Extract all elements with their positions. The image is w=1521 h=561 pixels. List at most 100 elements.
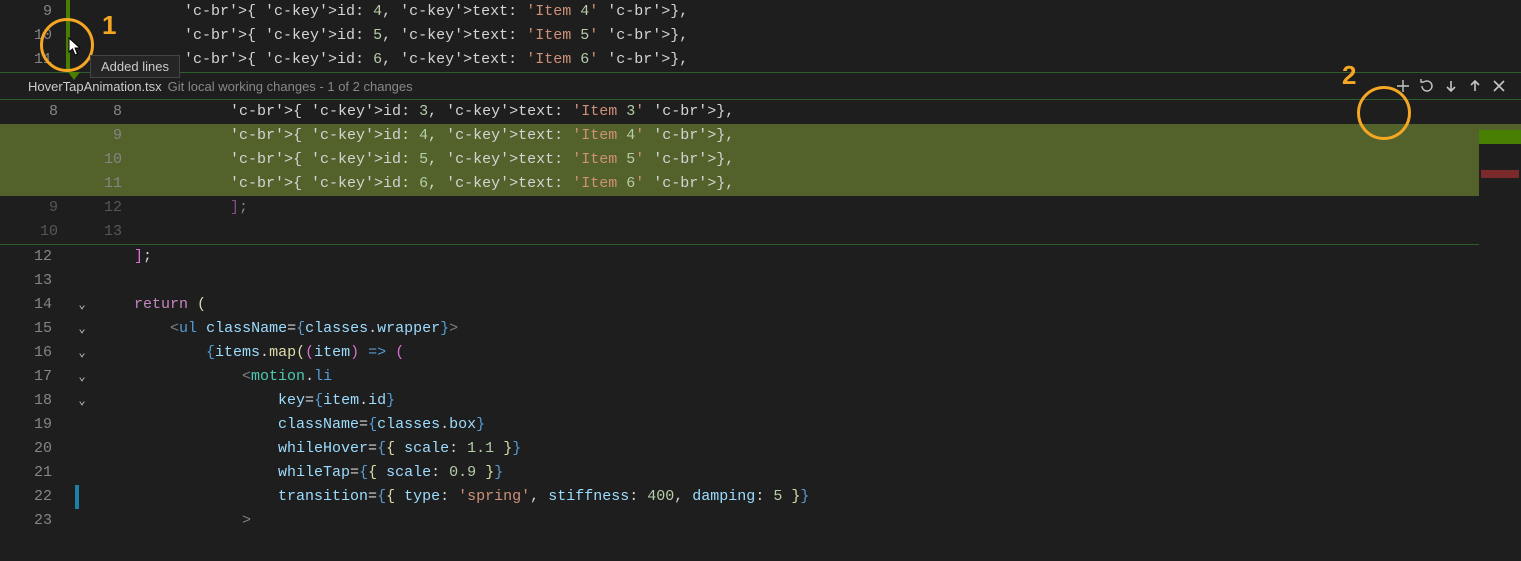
diff-filename: HoverTapAnimation.tsx — [28, 79, 162, 94]
code-content: 'c-br'>{ 'c-key'>id: 6, 'c-key'>text: 'I… — [150, 172, 1521, 196]
code-content: 'c-br'>{ 'c-key'>id: 5, 'c-key'>text: 'I… — [150, 148, 1521, 172]
code-content — [150, 220, 1521, 244]
minimap-deleted-marker — [1481, 170, 1519, 178]
line-number-new: 13 — [72, 220, 136, 244]
code-line[interactable]: 12]; — [0, 245, 1521, 269]
modified-gutter-marker[interactable] — [75, 485, 79, 509]
line-number: 14 — [0, 293, 70, 317]
gutter-tooltip: Added lines — [90, 55, 180, 78]
code-line[interactable]: 14⌄return ( — [0, 293, 1521, 317]
added-gutter-marker[interactable] — [66, 0, 70, 24]
minimap[interactable] — [1479, 130, 1521, 550]
code-line[interactable]: 22 transition={{ type: 'spring', stiffne… — [0, 485, 1521, 509]
fold-toggle — [70, 413, 94, 437]
line-number-old — [0, 124, 72, 148]
code-content: 'c-br'>{ 'c-key'>id: 3, 'c-key'>text: 'I… — [150, 100, 1521, 124]
line-number: 9 — [0, 0, 70, 24]
diff-added-line[interactable]: 11 'c-br'>{ 'c-key'>id: 6, 'c-key'>text: … — [0, 172, 1521, 196]
revert-change-button[interactable] — [1415, 74, 1439, 98]
line-number: 22 — [0, 485, 70, 509]
diff-context-line[interactable]: 1013 — [0, 220, 1521, 244]
line-number: 19 — [0, 413, 70, 437]
code-line[interactable]: 20 whileHover={{ scale: 1.1 }} — [0, 437, 1521, 461]
line-number-old: 9 — [0, 196, 72, 220]
line-number-old: 8 — [0, 100, 72, 124]
diff-meta: Git local working changes - 1 of 2 chang… — [168, 79, 413, 94]
code-line[interactable]: 19 className={classes.box} — [0, 413, 1521, 437]
diff-peek-header: HoverTapAnimation.tsx Git local working … — [0, 72, 1521, 100]
code-content: whileHover={{ scale: 1.1 }} — [94, 437, 1521, 461]
line-number: 17 — [0, 365, 70, 389]
fold-gutter[interactable] — [70, 0, 94, 24]
gutter-tooltip-text: Added lines — [101, 59, 169, 74]
diff-peek-body[interactable]: 88 'c-br'>{ 'c-key'>id: 3, 'c-key'>text: … — [0, 100, 1521, 244]
main-editor-bottom[interactable]: 12];1314⌄return (15⌄ <ul className={clas… — [0, 245, 1521, 533]
fold-toggle[interactable]: ⌄ — [70, 293, 94, 317]
fold-toggle — [70, 461, 94, 485]
code-line[interactable]: 17⌄ <motion.li — [0, 365, 1521, 389]
line-number-old — [0, 172, 72, 196]
added-gutter-marker[interactable] — [66, 48, 70, 72]
code-line[interactable]: 9 'c-br'>{ 'c-key'>id: 4, 'c-key'>text: '… — [0, 0, 1521, 24]
code-line[interactable]: 15⌄ <ul className={classes.wrapper}> — [0, 317, 1521, 341]
fold-toggle — [70, 509, 94, 533]
code-line[interactable]: 16⌄ {items.map((item) => ( — [0, 341, 1521, 365]
line-number-new: 10 — [72, 148, 136, 172]
fold-toggle[interactable]: ⌄ — [70, 365, 94, 389]
code-content: 'c-br'>{ 'c-key'>id: 6, 'c-key'>text: 'I… — [94, 48, 1521, 72]
code-content: ]; — [150, 196, 1521, 220]
line-number-new: 9 — [72, 124, 136, 148]
fold-toggle — [70, 485, 94, 509]
next-change-button[interactable] — [1439, 74, 1463, 98]
line-number: 23 — [0, 509, 70, 533]
diff-context-line[interactable]: 88 'c-br'>{ 'c-key'>id: 3, 'c-key'>text: … — [0, 100, 1521, 124]
code-line[interactable]: 11 'c-br'>{ 'c-key'>id: 6, 'c-key'>text: … — [0, 48, 1521, 72]
line-number: 12 — [0, 245, 70, 269]
code-line[interactable]: 10'c-br'>{ 'c-key'>id: 5, 'c-key'>text: … — [0, 24, 1521, 48]
line-number-old — [0, 148, 72, 172]
line-number: 13 — [0, 269, 70, 293]
code-content: whileTap={{ scale: 0.9 }} — [94, 461, 1521, 485]
code-content: 'c-br'>{ 'c-key'>id: 4, 'c-key'>text: 'I… — [150, 124, 1521, 148]
code-content: 'c-br'>{ 'c-key'>id: 4, 'c-key'>text: 'I… — [94, 0, 1521, 24]
line-number-old: 10 — [0, 220, 72, 244]
close-diff-button[interactable] — [1487, 74, 1511, 98]
fold-toggle[interactable]: ⌄ — [70, 317, 94, 341]
fold-toggle — [70, 269, 94, 293]
added-gutter-marker[interactable] — [66, 24, 70, 48]
line-number-new: 12 — [72, 196, 136, 220]
line-number: 20 — [0, 437, 70, 461]
code-content: > — [94, 509, 1521, 533]
prev-change-button[interactable] — [1463, 74, 1487, 98]
code-content: key={item.id} — [94, 389, 1521, 413]
code-content: transition={{ type: 'spring', stiffness:… — [94, 485, 1521, 509]
code-line[interactable]: 13 — [0, 269, 1521, 293]
line-number: 21 — [0, 461, 70, 485]
code-line[interactable]: 18⌄ key={item.id} — [0, 389, 1521, 413]
code-content: return ( — [94, 293, 1521, 317]
code-content: <ul className={classes.wrapper}> — [94, 317, 1521, 341]
line-number-new: 8 — [72, 100, 136, 124]
line-number: 18 — [0, 389, 70, 413]
line-number: 16 — [0, 341, 70, 365]
diff-context-line[interactable]: 912]; — [0, 196, 1521, 220]
fold-toggle[interactable]: ⌄ — [70, 389, 94, 413]
fold-toggle — [70, 437, 94, 461]
line-number: 11 — [0, 48, 70, 72]
line-number-new: 11 — [72, 172, 136, 196]
code-content: 'c-br'>{ 'c-key'>id: 5, 'c-key'>text: 'I… — [94, 24, 1521, 48]
code-content: ]; — [94, 245, 1521, 269]
code-content: <motion.li — [94, 365, 1521, 389]
fold-gutter[interactable] — [70, 24, 94, 48]
main-editor-top[interactable]: 9 'c-br'>{ 'c-key'>id: 4, 'c-key'>text: '… — [0, 0, 1521, 72]
line-number: 15 — [0, 317, 70, 341]
code-line[interactable]: 23 > — [0, 509, 1521, 533]
diff-added-line[interactable]: 9 'c-br'>{ 'c-key'>id: 4, 'c-key'>text: '… — [0, 124, 1521, 148]
code-line[interactable]: 21 whileTap={{ scale: 0.9 }} — [0, 461, 1521, 485]
stage-change-button[interactable] — [1391, 74, 1415, 98]
minimap-added-marker — [1479, 130, 1521, 144]
fold-toggle — [70, 245, 94, 269]
fold-toggle[interactable]: ⌄ — [70, 341, 94, 365]
diff-added-line[interactable]: 10 'c-br'>{ 'c-key'>id: 5, 'c-key'>text: … — [0, 148, 1521, 172]
code-content: {items.map((item) => ( — [94, 341, 1521, 365]
